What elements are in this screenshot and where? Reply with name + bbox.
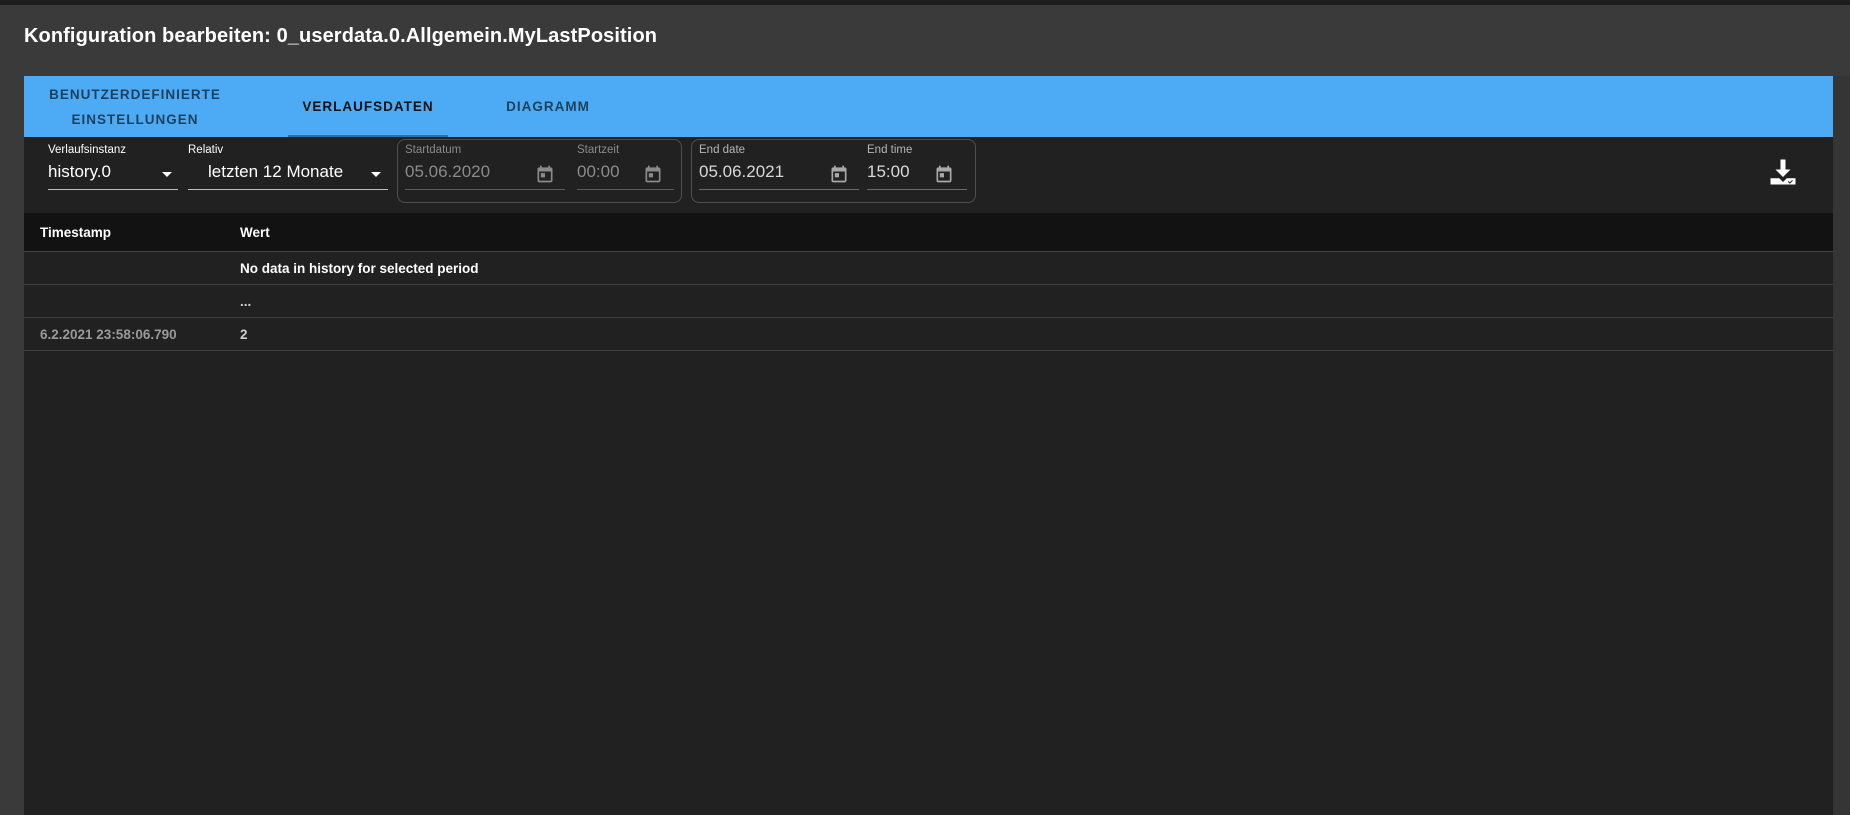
end-date-field[interactable]: End date 05.06.2021 <box>699 137 859 197</box>
tab-bar: BENUTZERDEFINIERTE EINSTELLUNGEN VERLAUF… <box>24 76 1833 137</box>
start-time-label: Startzeit <box>577 144 620 156</box>
start-time-value: 00:00 <box>577 162 620 181</box>
calendar-icon[interactable] <box>643 164 663 184</box>
cell-value: 2 <box>240 327 248 342</box>
tab-history-data-label: VERLAUFSDATEN <box>302 99 434 114</box>
chevron-down-icon <box>162 172 172 177</box>
start-date-underline <box>405 189 565 190</box>
instance-select-label: Verlaufsinstanz <box>48 144 126 156</box>
instance-select-value: history.0 <box>48 162 111 181</box>
tab-custom-settings-label-line2: EINSTELLUNGEN <box>71 111 199 127</box>
relative-select-underline <box>188 189 388 190</box>
table-row[interactable]: ... <box>24 285 1833 318</box>
chevron-down-icon <box>371 172 381 177</box>
start-time-underline <box>577 189 674 190</box>
end-date-label: End date <box>699 144 746 156</box>
history-toolbar: Verlaufsinstanz history.0 Relativ letzte… <box>24 137 1833 203</box>
tab-diagram-label: DIAGRAMM <box>506 99 590 114</box>
instance-select[interactable]: Verlaufsinstanz history.0 <box>48 137 178 197</box>
tab-custom-settings[interactable]: BENUTZERDEFINIERTE EINSTELLUNGEN <box>24 76 246 137</box>
edit-config-dialog: Konfiguration bearbeiten: 0_userdata.0.A… <box>0 5 1850 815</box>
cell-timestamp: 6.2.2021 23:58:06.790 <box>40 327 177 342</box>
relative-select-value: letzten 12 Monate <box>208 162 344 181</box>
start-date-field[interactable]: Startdatum 05.06.2020 <box>405 137 565 197</box>
tab-custom-settings-label-line1: BENUTZERDEFINIERTE <box>49 86 221 102</box>
relative-select-label: Relativ <box>188 144 224 156</box>
end-time-field[interactable]: End time 15:00 <box>867 137 967 197</box>
dialog-content: BENUTZERDEFINIERTE EINSTELLUNGEN VERLAUF… <box>24 76 1833 815</box>
start-time-field[interactable]: Startzeit 00:00 <box>577 137 674 197</box>
cell-value: ... <box>240 294 252 309</box>
start-date-value: 05.06.2020 <box>405 162 491 181</box>
tab-history-data[interactable]: VERLAUFSDATEN <box>288 76 448 137</box>
relative-select[interactable]: Relativ letzten 12 Monate <box>188 137 388 197</box>
end-date-value: 05.06.2021 <box>699 162 785 181</box>
cell-value: No data in history for selected period <box>240 261 479 276</box>
calendar-icon[interactable] <box>829 164 849 184</box>
calendar-icon[interactable] <box>934 164 954 184</box>
end-time-label: End time <box>867 144 913 156</box>
end-time-value: 15:00 <box>867 162 910 181</box>
end-date-underline <box>699 189 859 190</box>
table-header: Timestamp Wert <box>24 213 1833 252</box>
end-time-underline <box>867 189 967 190</box>
download-icon[interactable] <box>1768 157 1798 187</box>
dialog-title: Konfiguration bearbeiten: 0_userdata.0.A… <box>24 25 658 47</box>
table-row[interactable]: No data in history for selected period <box>24 252 1833 285</box>
instance-select-underline <box>48 189 178 190</box>
tab-diagram[interactable]: DIAGRAMM <box>484 76 612 137</box>
column-header-value[interactable]: Wert <box>240 225 270 240</box>
calendar-icon[interactable] <box>535 164 555 184</box>
start-date-label: Startdatum <box>405 144 462 156</box>
column-header-timestamp[interactable]: Timestamp <box>40 225 111 240</box>
table-row[interactable]: 6.2.2021 23:58:06.790 2 <box>24 318 1833 351</box>
dialog-right-edge <box>1833 76 1850 815</box>
